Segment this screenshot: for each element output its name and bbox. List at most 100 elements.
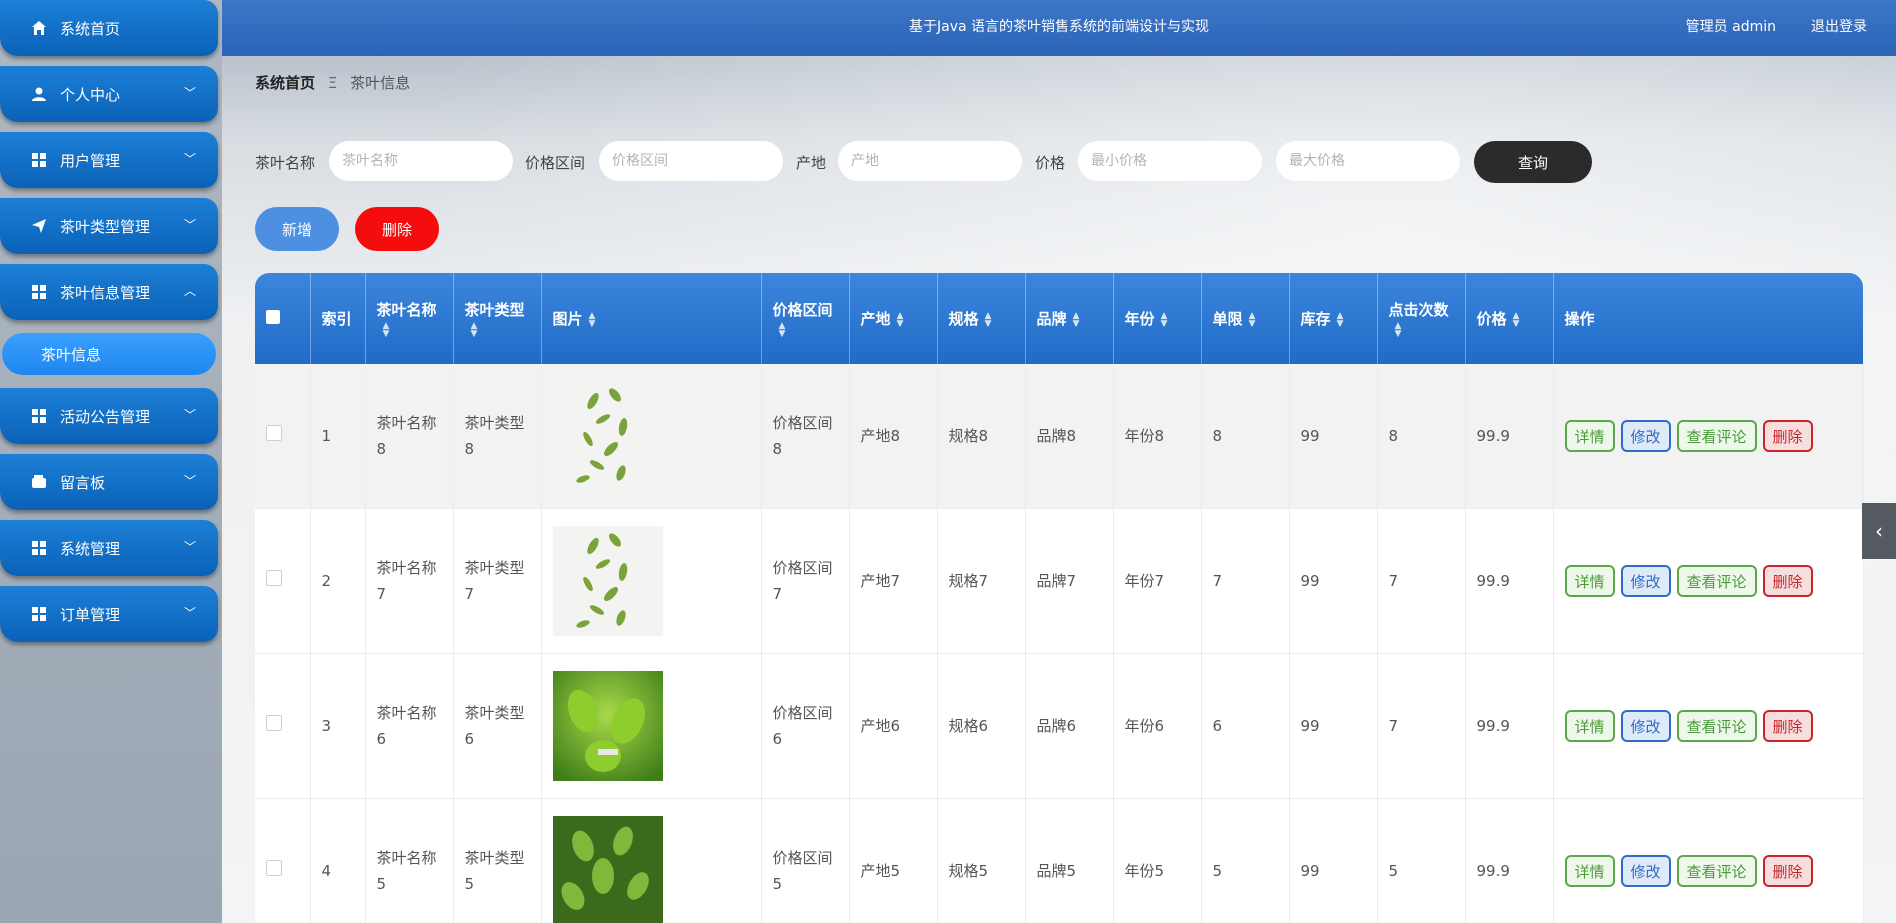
edit-button[interactable]: 修改 xyxy=(1620,710,1671,742)
search-name-input[interactable] xyxy=(329,141,513,181)
detail-button[interactable]: 详情 xyxy=(1564,565,1615,597)
sidebar-item-tea-types[interactable]: 茶叶类型管理 ﹀ xyxy=(0,198,218,254)
breadcrumb-home[interactable]: 系统首页 xyxy=(255,74,315,92)
col-header-sortable[interactable]: 茶叶名称 ▲ ▼ xyxy=(365,273,454,364)
table-row: 2 茶叶名称7 茶叶类型7 价格区间7 产地7 规格7 品牌7 年份7 7 99 7 99.9 详情 修改… xyxy=(255,508,1864,654)
tea-table: 索引 茶叶名称 ▲ ▼ 茶叶类型 ▲ ▼ 图片 ▲ ▼ 价格区间 ▲ ▼ 产地 ▲ ▼ 规格 ▲ ▼ 品… xyxy=(255,273,1864,923)
cell-actions: 详情 修改 查看评论 删除 xyxy=(1553,364,1864,509)
edit-button[interactable]: 修改 xyxy=(1620,565,1671,597)
delete-row-button[interactable]: 删除 xyxy=(1762,420,1813,452)
row-select-cell[interactable] xyxy=(255,798,311,923)
sidebar-item-announcements[interactable]: 活动公告管理 ﹀ xyxy=(0,388,218,444)
col-header-sortable[interactable]: 库存 ▲ ▼ xyxy=(1289,273,1378,364)
cell-index: 3 xyxy=(310,653,366,799)
search-min-price-input[interactable] xyxy=(1078,141,1262,181)
sidebar-item-profile[interactable]: 个人中心 ﹀ xyxy=(0,66,218,122)
view-reviews-button[interactable]: 查看评论 xyxy=(1676,710,1757,742)
select-all-header[interactable] xyxy=(255,273,311,364)
sort-icon[interactable]: ▲ ▼ xyxy=(1513,311,1520,328)
view-reviews-button[interactable]: 查看评论 xyxy=(1676,565,1757,597)
search-max-price-input[interactable] xyxy=(1276,141,1460,181)
sidebar-item-orders[interactable]: 订单管理 ﹀ xyxy=(0,586,218,642)
cell-actions: 详情 修改 查看评论 删除 xyxy=(1553,798,1864,923)
sidebar-item-label: 活动公告管理 xyxy=(60,407,151,426)
search-range-input[interactable] xyxy=(599,141,783,181)
detail-button[interactable]: 详情 xyxy=(1564,710,1615,742)
cell-origin: 产地6 xyxy=(849,653,938,799)
cell-price: 99.9 xyxy=(1465,508,1554,654)
detail-button[interactable]: 详情 xyxy=(1564,855,1615,887)
sort-icon[interactable]: ▲ ▼ xyxy=(985,311,992,328)
col-header-sortable[interactable]: 年份 ▲ ▼ xyxy=(1113,273,1202,364)
col-header-sortable[interactable]: 点击次数 ▲ ▼ xyxy=(1377,273,1466,364)
sidebar-item-home[interactable]: 系统首页 xyxy=(0,0,218,56)
cell-tea-name: 茶叶名称5 xyxy=(365,798,454,923)
sidebar-item-label: 系统首页 xyxy=(60,19,121,38)
col-header-sortable[interactable]: 单限 ▲ ▼ xyxy=(1201,273,1290,364)
cell-year: 年份5 xyxy=(1113,798,1202,923)
edit-button[interactable]: 修改 xyxy=(1620,855,1671,887)
sort-icon[interactable]: ▲ ▼ xyxy=(471,321,478,338)
cell-tea-name: 茶叶名称6 xyxy=(365,653,454,799)
cell-index: 1 xyxy=(310,364,366,509)
sidebar-subitem-tea-info[interactable]: 茶叶信息 xyxy=(2,333,216,375)
row-checkbox[interactable] xyxy=(266,715,282,731)
user-icon xyxy=(30,85,48,103)
query-button[interactable]: 查询 xyxy=(1474,141,1592,183)
sort-icon[interactable]: ▲ ▼ xyxy=(589,311,596,328)
cell-tea-type: 茶叶类型5 xyxy=(453,798,542,923)
table-row: 4 茶叶名称5 茶叶类型5 价格区间5 产地5 规格5 品牌5 年份5 5 99 5 99.9 详情 修改… xyxy=(255,798,1864,923)
cell-price: 99.9 xyxy=(1465,653,1554,799)
sidebar-item-messages[interactable]: 留言板 ﹀ xyxy=(0,454,218,510)
row-select-cell[interactable] xyxy=(255,364,311,509)
logout-link[interactable]: 退出登录 xyxy=(1811,16,1867,36)
cell-brand: 品牌5 xyxy=(1025,798,1114,923)
delete-row-button[interactable]: 删除 xyxy=(1762,710,1813,742)
cell-price: 99.9 xyxy=(1465,798,1554,923)
add-button[interactable]: 新增 xyxy=(255,207,339,251)
delete-row-button[interactable]: 删除 xyxy=(1762,855,1813,887)
sort-icon[interactable]: ▲ ▼ xyxy=(1073,311,1080,328)
view-reviews-button[interactable]: 查看评论 xyxy=(1676,855,1757,887)
row-select-cell[interactable] xyxy=(255,508,311,654)
cell-actions: 详情 修改 查看评论 删除 xyxy=(1553,508,1864,654)
row-checkbox[interactable] xyxy=(266,425,282,441)
row-select-cell[interactable] xyxy=(255,653,311,799)
collapse-panel-tab[interactable]: ‹ xyxy=(1862,503,1896,559)
tea-image xyxy=(552,816,750,923)
tea-image xyxy=(552,526,750,636)
select-all-checkbox[interactable] xyxy=(266,309,280,324)
search-price-label: 价格 xyxy=(1035,154,1066,172)
search-origin-input[interactable] xyxy=(838,141,1022,181)
sidebar-item-tea-info[interactable]: 茶叶信息管理 ︿ xyxy=(0,264,218,320)
sort-icon[interactable]: ▲ ▼ xyxy=(1249,311,1256,328)
col-header-sortable[interactable]: 茶叶类型 ▲ ▼ xyxy=(453,273,542,364)
row-checkbox[interactable] xyxy=(266,860,282,876)
sidebar-item-system[interactable]: 系统管理 ﹀ xyxy=(0,520,218,576)
col-header-label: 产地 xyxy=(860,310,891,328)
view-reviews-button[interactable]: 查看评论 xyxy=(1676,420,1757,452)
cell-index: 4 xyxy=(310,798,366,923)
edit-button[interactable]: 修改 xyxy=(1620,420,1671,452)
table-row: 3 茶叶名称6 茶叶类型6 价格区间6 产地6 规格6 品牌6 年份6 6 99 7 99.9 详情 修改… xyxy=(255,653,1864,799)
detail-button[interactable]: 详情 xyxy=(1564,420,1615,452)
col-header-sortable[interactable]: 价格 ▲ ▼ xyxy=(1465,273,1554,364)
batch-delete-button[interactable]: 删除 xyxy=(355,207,439,251)
sidebar-item-users[interactable]: 用户管理 ﹀ xyxy=(0,132,218,188)
col-header-sortable[interactable]: 价格区间 ▲ ▼ xyxy=(761,273,850,364)
col-header-sortable[interactable]: 品牌 ▲ ▼ xyxy=(1025,273,1114,364)
sort-icon[interactable]: ▲ ▼ xyxy=(383,321,390,338)
row-checkbox[interactable] xyxy=(266,570,282,586)
sort-icon[interactable]: ▲ ▼ xyxy=(1395,321,1402,338)
cell-index: 2 xyxy=(310,508,366,654)
sort-icon[interactable]: ▲ ▼ xyxy=(897,311,904,328)
delete-row-button[interactable]: 删除 xyxy=(1762,565,1813,597)
col-header-sortable[interactable]: 产地 ▲ ▼ xyxy=(849,273,938,364)
sidebar-item-label: 系统管理 xyxy=(60,539,121,558)
sort-icon[interactable]: ▲ ▼ xyxy=(1337,311,1344,328)
cell-origin: 产地8 xyxy=(849,364,938,509)
sort-icon[interactable]: ▲ ▼ xyxy=(1161,311,1168,328)
col-header-sortable[interactable]: 图片 ▲ ▼ xyxy=(541,273,762,364)
col-header-sortable[interactable]: 规格 ▲ ▼ xyxy=(937,273,1026,364)
sort-icon[interactable]: ▲ ▼ xyxy=(779,321,786,338)
